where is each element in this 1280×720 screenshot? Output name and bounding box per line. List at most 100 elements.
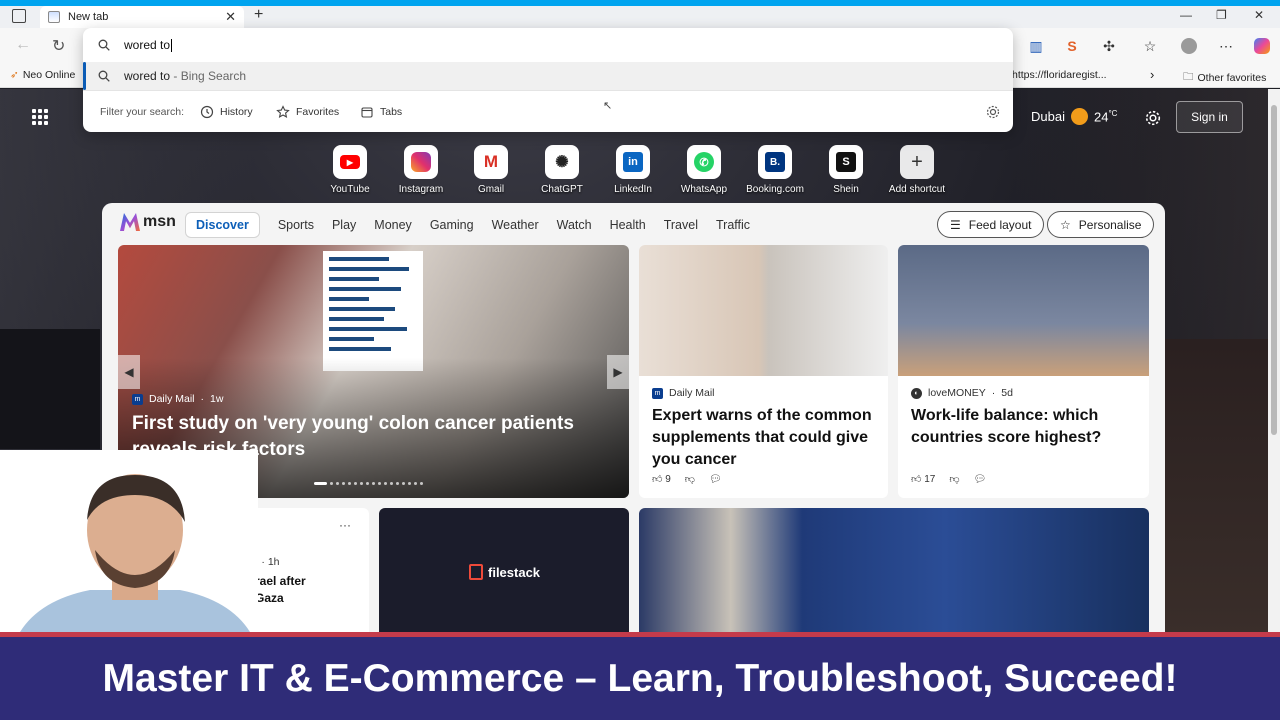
personalise-button[interactable]: ☆ Personalise: [1047, 211, 1155, 238]
close-window-icon[interactable]: ✕: [1254, 8, 1264, 22]
news-card-building[interactable]: [639, 508, 1149, 632]
news-card-supplements[interactable]: m Daily Mail Expert warns of the common …: [639, 245, 888, 498]
tab-actions-icon[interactable]: [12, 9, 26, 23]
shortcut-label: Add shortcut: [888, 184, 946, 195]
like-button[interactable]: 👍︎ 9: [652, 473, 671, 485]
sign-in-button[interactable]: Sign in: [1176, 101, 1243, 133]
refresh-icon[interactable]: ↻: [52, 36, 65, 56]
extension-s-icon[interactable]: S: [1063, 37, 1081, 55]
back-arrow-icon[interactable]: ←: [15, 36, 31, 54]
hero-source-name: Daily Mail: [149, 393, 195, 405]
feed-category-nav: Discover Sports Play Money Gaming Weathe…: [185, 211, 768, 239]
news-card-actions: 👍︎ 17 👎︎ 💬︎: [911, 473, 987, 486]
comment-icon[interactable]: 💬︎: [709, 474, 722, 485]
restore-icon[interactable]: ❐: [1216, 8, 1227, 22]
daily-mail-logo-icon: m: [132, 393, 143, 405]
weather-unit: °C: [1108, 108, 1118, 118]
news-card-title[interactable]: Expert warns of the common supplements t…: [652, 405, 877, 471]
close-tab-icon[interactable]: ✕: [225, 9, 236, 25]
carousel-prev-icon[interactable]: ◀: [118, 355, 140, 389]
favorites-star-icon[interactable]: ☆: [1141, 37, 1159, 55]
news-card-title[interactable]: Work-life balance: which countries score…: [911, 405, 1136, 449]
search-settings-gear-icon[interactable]: [985, 104, 1001, 120]
scrollbar-thumb[interactable]: [1271, 105, 1277, 435]
page-scrollbar[interactable]: [1268, 89, 1280, 632]
feed-layout-button[interactable]: ☰ Feed layout: [937, 211, 1045, 238]
shortcut-shein[interactable]: S Shein: [811, 145, 881, 195]
carousel-next-icon[interactable]: ▶: [607, 355, 629, 389]
other-favorites-label: Other favorites: [1197, 72, 1267, 84]
shein-icon: S: [829, 145, 863, 179]
suggestion-engine: - Bing Search: [170, 69, 247, 83]
tab-discover[interactable]: Discover: [185, 212, 260, 238]
filestack-logo-icon: [469, 564, 483, 580]
collections-chart-icon[interactable]: ▥: [1027, 37, 1045, 55]
app-launcher-icon[interactable]: [32, 109, 48, 125]
copilot-icon[interactable]: [1253, 37, 1271, 55]
shortcut-whatsapp[interactable]: ✆ WhatsApp: [669, 145, 739, 195]
address-typed-text: wored to: [124, 37, 171, 52]
msn-logo[interactable]: msn: [120, 213, 176, 231]
weather-widget[interactable]: Dubai 24°C: [1031, 108, 1117, 125]
shortcut-youtube[interactable]: ▶ YouTube: [315, 145, 385, 195]
hero-chart-image: [323, 251, 423, 371]
tab-gaming[interactable]: Gaming: [430, 218, 474, 232]
tab-play[interactable]: Play: [332, 218, 356, 232]
dislike-icon[interactable]: 👎︎: [949, 473, 959, 485]
new-tab-plus-icon[interactable]: +: [254, 6, 263, 24]
ad-card-filestack[interactable]: filestack: [379, 508, 629, 632]
weather-temp: 24: [1093, 109, 1109, 125]
chatgpt-icon: ✺: [545, 145, 579, 179]
shortcut-instagram[interactable]: Instagram: [386, 145, 456, 195]
filter-history[interactable]: History: [200, 105, 253, 119]
news-card-source: m Daily Mail: [652, 387, 715, 399]
shortcut-chatgpt[interactable]: ✺ ChatGPT: [527, 145, 597, 195]
tab-sports[interactable]: Sports: [278, 218, 314, 232]
profile-avatar-icon[interactable]: [1180, 37, 1198, 55]
tab-traffic[interactable]: Traffic: [716, 218, 750, 232]
mouse-cursor-icon: ↖: [603, 100, 613, 112]
minimize-icon[interactable]: —: [1180, 8, 1192, 22]
news-source-name: loveMONEY: [928, 387, 986, 399]
news-card-work-life[interactable]: ◐ loveMONEY · 5d Work-life balance: whic…: [898, 245, 1149, 498]
sunny-weather-icon: [1070, 108, 1088, 125]
more-menu-icon[interactable]: ⋯: [1217, 37, 1235, 55]
comment-icon[interactable]: 💬︎: [974, 474, 987, 485]
filter-tabs[interactable]: Tabs: [360, 105, 402, 119]
tab-weather[interactable]: Weather: [492, 218, 539, 232]
weather-city: Dubai: [1031, 109, 1065, 124]
tab-watch[interactable]: Watch: [557, 218, 592, 232]
sliders-icon: ☰: [950, 217, 961, 232]
favorites-more-chevron-icon[interactable]: ›: [1150, 67, 1154, 82]
shortcut-label: Gmail: [477, 184, 505, 195]
filter-favorites[interactable]: Favorites: [276, 104, 340, 119]
dislike-icon[interactable]: 👎︎: [685, 473, 695, 485]
hero-age: 1w: [210, 393, 224, 405]
carousel-dots: [314, 482, 423, 485]
news-title-fragment: Gaza: [255, 591, 284, 605]
more-options-icon[interactable]: ···: [339, 518, 351, 532]
shortcut-gmail[interactable]: M Gmail: [456, 145, 526, 195]
address-input[interactable]: wored to: [83, 28, 1013, 62]
page-settings-gear-icon[interactable]: [1144, 109, 1162, 127]
tab-new-tab[interactable]: New tab ✕: [40, 6, 244, 28]
tab-money[interactable]: Money: [374, 218, 412, 232]
add-shortcut-button[interactable]: + Add shortcut: [882, 145, 952, 195]
extensions-puzzle-icon[interactable]: ✣: [1100, 37, 1118, 55]
other-favorites-folder[interactable]: 🗀 Other favorites: [1183, 69, 1266, 87]
filter-favorites-label: Favorites: [296, 105, 340, 118]
shortcut-booking[interactable]: B. Booking.com: [740, 145, 810, 195]
folder-icon: 🗀: [1183, 71, 1194, 83]
feed-layout-label: Feed layout: [968, 217, 1032, 232]
shortcut-linkedin[interactable]: in LinkedIn: [598, 145, 668, 195]
search-icon: [98, 70, 110, 82]
sparkle-star-icon: ☆: [1060, 217, 1071, 232]
tab-health[interactable]: Health: [610, 218, 646, 232]
favorite-florida-registry[interactable]: https://floridaregist...: [1012, 69, 1107, 81]
favorite-neo-online[interactable]: ➶ Neo Online: [10, 69, 75, 81]
msn-logo-text: msn: [143, 213, 176, 230]
tab-travel[interactable]: Travel: [664, 218, 698, 232]
search-suggestion[interactable]: wored to - Bing Search: [83, 62, 1013, 90]
like-button[interactable]: 👍︎ 17: [911, 473, 935, 485]
webcam-overlay: [0, 450, 258, 632]
